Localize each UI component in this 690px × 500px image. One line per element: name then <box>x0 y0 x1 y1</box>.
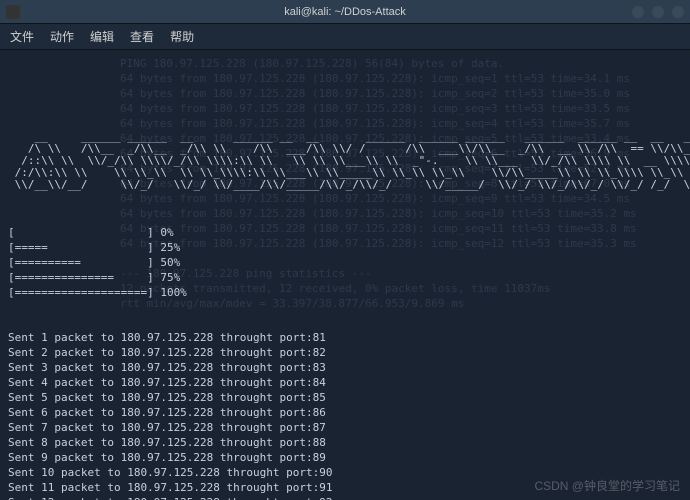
menu-bar: 文件 动作 编辑 查看 帮助 <box>0 24 690 50</box>
progress-section: [ ] 0%[===== ] 25%[========== ] 50%[====… <box>8 225 682 300</box>
packet-line: Sent 9 packet to 180.97.125.228 throught… <box>8 450 682 465</box>
packet-line: Sent 1 packet to 180.97.125.228 throught… <box>8 330 682 345</box>
packet-line: Sent 5 packet to 180.97.125.228 throught… <box>8 390 682 405</box>
packet-line: Sent 12 packet to 180.97.125.228 through… <box>8 495 682 500</box>
window-controls <box>632 6 684 18</box>
packet-line: Sent 7 packet to 180.97.125.228 throught… <box>8 420 682 435</box>
menu-view[interactable]: 查看 <box>130 28 154 45</box>
progress-line: [===== ] 25% <box>8 240 682 255</box>
maximize-button[interactable] <box>652 6 664 18</box>
progress-line: [=============== ] 75% <box>8 270 682 285</box>
terminal-output[interactable]: PING 180.97.125.228 (180.97.125.228) 56(… <box>0 50 690 500</box>
packet-line: Sent 6 packet to 180.97.125.228 throught… <box>8 405 682 420</box>
menu-help[interactable]: 帮助 <box>170 28 194 45</box>
progress-line: [====================] 100% <box>8 285 682 300</box>
ascii-banner: __ ______ ______ __ ______ __ __ ______ … <box>8 131 682 191</box>
progress-line: [========== ] 50% <box>8 255 682 270</box>
menu-edit[interactable]: 编辑 <box>90 28 114 45</box>
menu-actions[interactable]: 动作 <box>50 28 74 45</box>
packet-line: Sent 8 packet to 180.97.125.228 throught… <box>8 435 682 450</box>
progress-line: [ ] 0% <box>8 225 682 240</box>
packet-output-section: Sent 1 packet to 180.97.125.228 throught… <box>8 330 682 500</box>
window-title: kali@kali: ~/DDos-Attack <box>284 6 406 18</box>
packet-line: Sent 2 packet to 180.97.125.228 throught… <box>8 345 682 360</box>
packet-line: Sent 4 packet to 180.97.125.228 throught… <box>8 375 682 390</box>
minimize-button[interactable] <box>632 6 644 18</box>
packet-line: Sent 3 packet to 180.97.125.228 throught… <box>8 360 682 375</box>
window-titlebar: kali@kali: ~/DDos-Attack <box>0 0 690 24</box>
close-button[interactable] <box>672 6 684 18</box>
app-icon <box>6 5 20 19</box>
watermark-text: CSDN @钟良堂的学习笔记 <box>534 477 680 494</box>
menu-file[interactable]: 文件 <box>10 28 34 45</box>
